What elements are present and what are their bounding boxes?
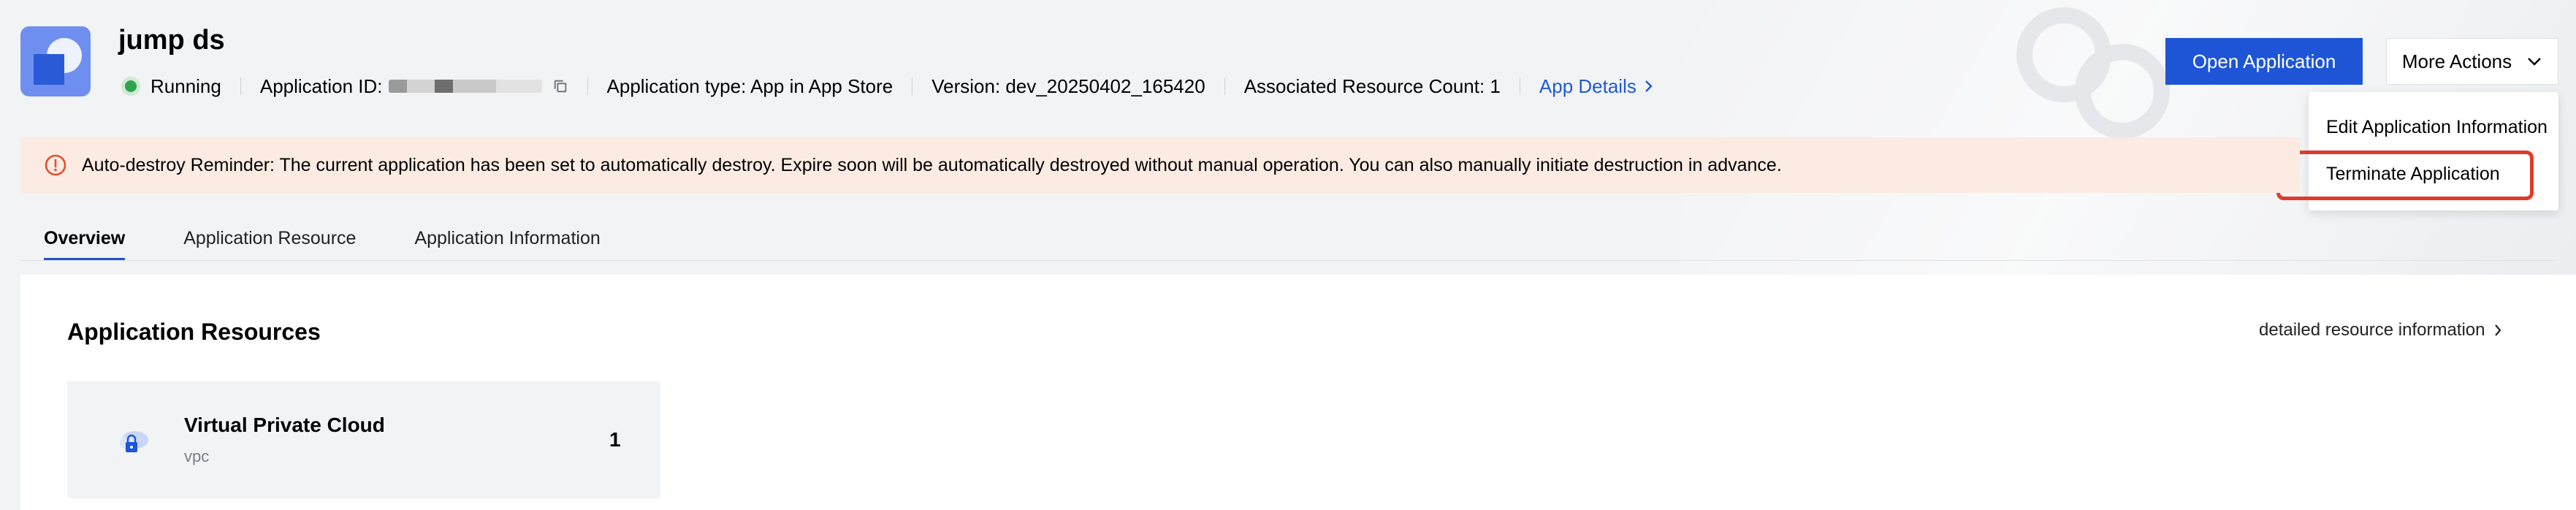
divider: [1224, 77, 1225, 95]
application-resources-panel: Application Resources detailed resource …: [20, 275, 2576, 510]
chevron-right-icon: [2494, 324, 2501, 336]
tab-application-resource[interactable]: Application Resource: [183, 228, 356, 261]
divider: [587, 77, 588, 95]
version: Version: dev_20250402_165420: [931, 75, 1205, 97]
app-logo: [20, 26, 91, 96]
menu-item-edit-application-information[interactable]: Edit Application Information: [2326, 117, 2548, 138]
resource-card-title: Virtual Private Cloud: [184, 414, 385, 436]
auto-destroy-reminder-banner: Auto-destroy Reminder: The current appli…: [20, 137, 2300, 193]
cloud-lock-icon: [120, 431, 148, 452]
more-actions-label: More Actions: [2401, 50, 2512, 72]
decorative-ring-graphic: [2016, 7, 2111, 102]
app-details-label: App Details: [1539, 75, 1636, 97]
app-details-link[interactable]: App Details: [1539, 75, 1654, 98]
highlight-annotation-box: [2276, 151, 2534, 200]
chevron-down-icon: [2528, 58, 2541, 66]
tab-divider: [20, 260, 2556, 261]
banner-text: Auto-destroy Reminder: The current appli…: [82, 154, 1782, 175]
status-text: Running: [150, 75, 221, 97]
application-type: Application type: App in App Store: [606, 75, 893, 97]
warning-circle-icon: [45, 154, 66, 176]
panel-title: Application Resources: [67, 319, 321, 345]
status-running-icon: [121, 77, 140, 96]
more-actions-button[interactable]: More Actions: [2386, 38, 2558, 85]
application-id-label: Application ID:: [259, 75, 383, 97]
tab-bar: Overview Application Resource Applicatio…: [44, 228, 601, 261]
resource-card-subtitle: vpc: [184, 447, 210, 465]
detailed-resource-information-label: detailed resource information: [2259, 320, 2485, 340]
resource-card-vpc[interactable]: Virtual Private Cloud vpc 1: [67, 381, 660, 498]
application-id-masked-value: [388, 80, 542, 93]
resource-count: Associated Resource Count: 1: [1243, 75, 1501, 97]
divider: [240, 77, 241, 95]
chevron-right-icon: [1645, 80, 1653, 92]
detailed-resource-information-link[interactable]: detailed resource information: [2259, 320, 2503, 340]
tab-application-information[interactable]: Application Information: [414, 228, 600, 261]
page-title: jump ds: [118, 25, 225, 56]
copy-icon[interactable]: [552, 78, 568, 94]
tab-overview[interactable]: Overview: [44, 228, 126, 261]
decorative-ring-graphic: [2075, 44, 2170, 139]
open-application-button[interactable]: Open Application: [2165, 38, 2363, 85]
app-meta-row: Running Application ID: Application type…: [121, 73, 1654, 99]
resource-card-count: 1: [609, 428, 621, 451]
